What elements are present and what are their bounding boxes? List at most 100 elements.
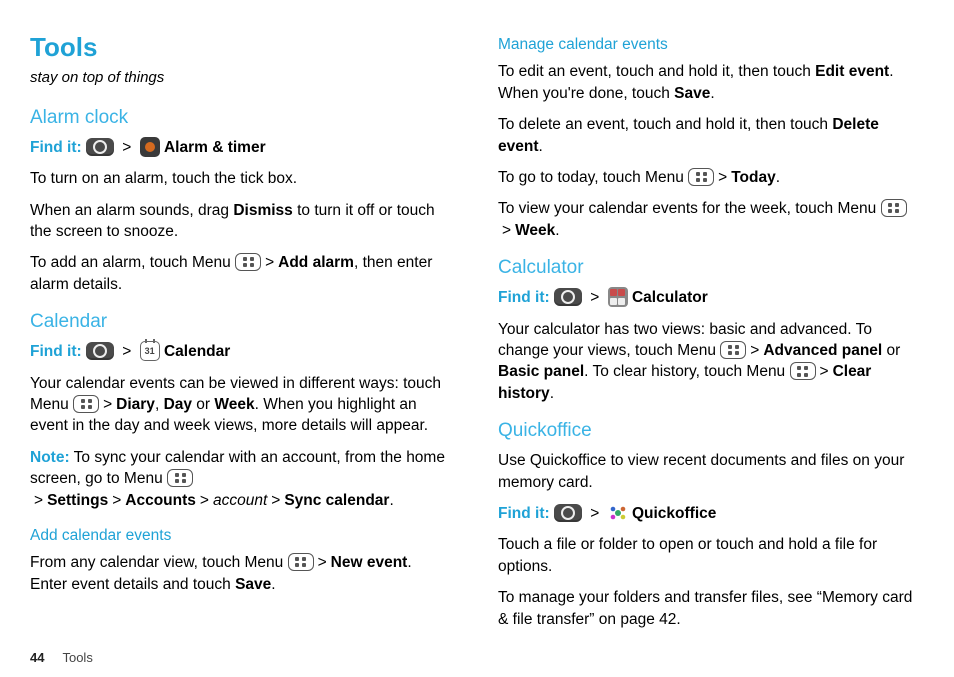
manage-events-heading: Manage calendar events [498,34,918,55]
alarm-p1: To turn on an alarm, touch the tick box. [30,168,450,189]
quickoffice-app-name: Quickoffice [632,505,716,522]
text: To edit an event, touch and hold it, the… [498,63,815,80]
separator: > [34,492,43,509]
text: . [776,169,780,186]
accounts-word: Accounts [125,492,196,509]
alarm-p2: When an alarm sounds, drag Dismiss to tu… [30,200,450,243]
day-word: Day [164,396,192,413]
menu-icon [688,168,714,186]
qo-p1: Use Quickoffice to view recent documents… [498,450,918,493]
footer-section-name: Tools [62,650,92,665]
alarm-findit-line: Find it: > Alarm & timer [30,137,450,158]
manual-page: Tools stay on top of things Alarm clock … [0,0,954,677]
menu-icon [790,362,816,380]
page-number: 44 [30,650,44,665]
home-icon [554,288,582,306]
basic-panel-word: Basic panel [498,363,584,380]
menu-icon [720,341,746,359]
alarm-p3: To add an alarm, touch Menu >Add alarm, … [30,252,450,295]
right-column: Manage calendar events To edit an event,… [498,30,918,640]
qo-p2: Touch a file or folder to open or touch … [498,534,918,577]
separator: > [122,343,131,360]
find-it-label: Find it: [498,505,550,522]
find-it-label: Find it: [498,289,550,306]
separator: > [750,342,759,359]
calculator-app-icon [608,287,628,307]
left-column: Tools stay on top of things Alarm clock … [30,30,450,640]
separator: > [590,505,599,522]
text: . [550,385,554,402]
separator: > [271,492,280,509]
calc-findit-line: Find it: > Calculator [498,287,918,308]
advanced-panel-word: Advanced panel [763,342,882,359]
text: . [539,138,543,155]
home-icon [86,138,114,156]
alarm-heading: Alarm clock [30,105,450,131]
separator: > [718,169,727,186]
quickoffice-app-icon [608,503,628,523]
calendar-findit-line: Find it: > 31 Calendar [30,341,450,362]
separator: > [265,254,274,271]
text: . [555,222,559,239]
text: To delete an event, touch and hold it, t… [498,116,832,133]
separator: > [318,554,327,571]
save-word: Save [235,576,271,593]
text: To add an alarm, touch Menu [30,254,235,271]
add-events-p: From any calendar view, touch Menu >New … [30,552,450,595]
home-icon [554,504,582,522]
note-label: Note: [30,449,70,466]
page-title: Tools [30,30,450,66]
text: . [710,85,714,102]
today-word: Today [731,169,776,186]
menu-icon [73,395,99,413]
home-icon [86,342,114,360]
separator: > [103,396,112,413]
text: To go to today, touch Menu [498,169,688,186]
alarm-app-name: Alarm & timer [164,139,266,156]
text: or [882,342,900,359]
week-word: Week [515,222,555,239]
text: From any calendar view, touch Menu [30,554,288,571]
page-footer: 44 Tools [30,650,924,665]
separator: > [200,492,209,509]
quickoffice-heading: Quickoffice [498,418,918,444]
manage-p2: To delete an event, touch and hold it, t… [498,114,918,157]
separator: > [502,222,511,239]
calendar-note: Note: To sync your calendar with an acco… [30,447,450,511]
alarm-app-icon [140,137,160,157]
find-it-label: Find it: [30,139,82,156]
text: When an alarm sounds, drag [30,202,233,219]
calendar-p1: Your calendar events can be viewed in di… [30,373,450,437]
separator: > [122,139,131,156]
qo-p3: To manage your folders and transfer file… [498,587,918,630]
manage-p3: To go to today, touch Menu >Today. [498,167,918,188]
diary-word: Diary [116,396,155,413]
add-alarm-word: Add alarm [278,254,354,271]
add-events-heading: Add calendar events [30,525,450,546]
calculator-app-name: Calculator [632,289,708,306]
qo-findit-line: Find it: > Quickoffice [498,503,918,524]
week-word: Week [214,396,254,413]
menu-icon [167,469,193,487]
manage-p1: To edit an event, touch and hold it, the… [498,61,918,104]
text: . [271,576,275,593]
menu-icon [235,253,261,271]
separator: > [112,492,121,509]
calendar-app-icon: 31 [140,341,160,361]
find-it-label: Find it: [30,343,82,360]
text: , [155,396,164,413]
calculator-heading: Calculator [498,255,918,281]
menu-icon [288,553,314,571]
calc-p1: Your calculator has two views: basic and… [498,319,918,405]
account-placeholder: account [213,492,267,509]
text: or [192,396,214,413]
menu-icon [881,199,907,217]
separator: > [820,363,829,380]
calendar-heading: Calendar [30,309,450,335]
calendar-icon-day: 31 [145,347,155,356]
new-event-word: New event [331,554,408,571]
save-word: Save [674,85,710,102]
separator: > [590,289,599,306]
settings-word: Settings [47,492,108,509]
text: To sync your calendar with an account, f… [30,449,445,487]
